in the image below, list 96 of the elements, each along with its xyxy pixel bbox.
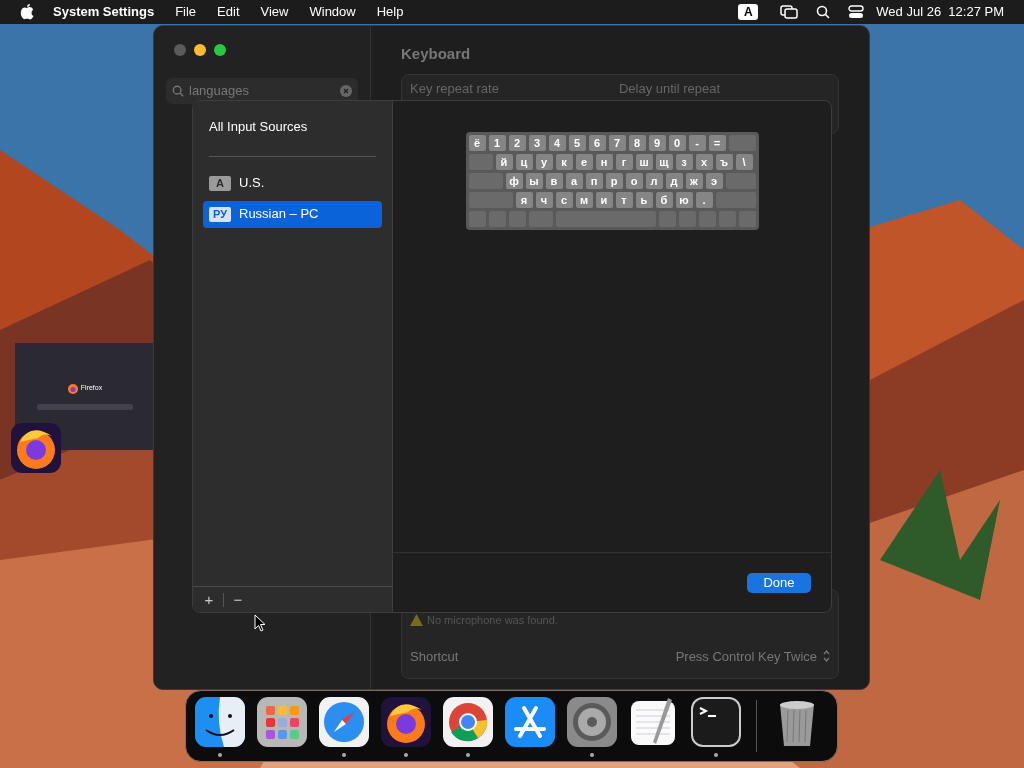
- keyboard-key: п: [585, 173, 603, 189]
- terminal-icon[interactable]: [690, 695, 742, 748]
- running-indicator: [218, 752, 222, 757]
- sidebar-heading: All Input Sources: [209, 118, 309, 136]
- search-icon: [172, 85, 184, 97]
- apple-icon[interactable]: [20, 4, 34, 20]
- gear-icon[interactable]: [566, 695, 618, 748]
- chrome-icon[interactable]: [442, 695, 494, 748]
- compass-icon[interactable]: [318, 695, 370, 748]
- keyboard-key: 5: [568, 135, 586, 151]
- clear-icon[interactable]: [340, 85, 352, 97]
- keyboard-key: г: [615, 154, 633, 170]
- keyboard-key: ы: [525, 173, 543, 189]
- menu-item[interactable]: View: [260, 2, 289, 22]
- input-source-item[interactable]: РУ Russian – PC: [203, 200, 382, 228]
- keyboard-key: 7: [608, 135, 626, 151]
- input-source-item[interactable]: A U.S.: [203, 169, 382, 197]
- keyboard-key: с: [555, 192, 573, 208]
- keyboard-key: ь: [635, 192, 653, 208]
- pointer-cursor-icon: [254, 614, 266, 632]
- running-indicator: [466, 752, 470, 757]
- add-button[interactable]: +: [201, 592, 217, 607]
- done-button[interactable]: Done: [747, 572, 811, 593]
- keyboard-key: 3: [528, 135, 546, 151]
- running-indicator: [342, 752, 346, 757]
- running-indicator: [714, 752, 718, 757]
- keyboard-key: у: [535, 154, 553, 170]
- setting-label: Shortcut: [410, 647, 460, 666]
- source-badge: A: [209, 175, 231, 191]
- source-badge: РУ: [209, 206, 231, 222]
- remove-button[interactable]: −: [230, 592, 246, 607]
- keyboard-key: 8: [628, 135, 646, 151]
- keyboard-key: к: [555, 154, 573, 170]
- menu-item[interactable]: Help: [376, 2, 404, 22]
- keyboard-key: =: [708, 135, 726, 151]
- firefox-icon[interactable]: [380, 695, 432, 748]
- keyboard-key: л: [645, 173, 663, 189]
- keyboard-key: ч: [535, 192, 553, 208]
- firefox-icon: [67, 383, 78, 394]
- menu-clock[interactable]: Wed Jul 26 12:27 PM: [876, 2, 1004, 22]
- keyboard-key: й: [495, 154, 513, 170]
- stepper-icon: [823, 650, 830, 663]
- firefox-icon[interactable]: [10, 422, 62, 474]
- keyboard-key: \: [735, 154, 753, 170]
- keyboard-key: ъ: [715, 154, 733, 170]
- keyboard-key: 9: [648, 135, 666, 151]
- menu-item[interactable]: Edit: [217, 2, 240, 22]
- keyboard-key: я: [515, 192, 533, 208]
- running-indicator: [590, 752, 594, 757]
- menu-item[interactable]: Window: [309, 2, 356, 22]
- keyboard-key: 2: [508, 135, 526, 151]
- keyboard-key: р: [605, 173, 623, 189]
- keyboard-key: щ: [655, 154, 673, 170]
- zoom-button[interactable]: [214, 44, 226, 56]
- keyboard-key: ф: [505, 173, 523, 189]
- search-icon[interactable]: [816, 5, 831, 19]
- keyboard-key: з: [675, 154, 693, 170]
- keyboard-key: ц: [515, 154, 533, 170]
- source-label: U.S.: [239, 174, 265, 193]
- keyboard-key: ё: [468, 135, 486, 151]
- keyboard-key: е: [575, 154, 593, 170]
- keyboard-key: -: [688, 135, 706, 151]
- setting-label: Key repeat rate: [410, 79, 499, 98]
- app-store-icon[interactable]: [504, 695, 556, 748]
- keyboard-key: м: [575, 192, 593, 208]
- launchpad-icon[interactable]: [256, 695, 308, 748]
- keyboard-key: а: [565, 173, 583, 189]
- keyboard-key: ю: [675, 192, 693, 208]
- source-label: Russian – PC: [239, 205, 319, 224]
- running-indicator: [404, 752, 408, 757]
- app-menu[interactable]: System Settings: [53, 2, 155, 22]
- minimize-button[interactable]: [194, 44, 206, 56]
- keyboard-key: ш: [635, 154, 653, 170]
- control-center-icon[interactable]: [848, 5, 865, 19]
- keyboard-key: о: [625, 173, 643, 189]
- input-source-indicator[interactable]: A: [738, 4, 759, 20]
- keyboard-key: э: [705, 173, 723, 189]
- keyboard-key: х: [695, 154, 713, 170]
- keyboard-key: ж: [685, 173, 703, 189]
- keyboard-key: и: [595, 192, 613, 208]
- finder-icon[interactable]: [194, 695, 246, 748]
- keyboard-key: 4: [548, 135, 566, 151]
- keyboard-key: т: [615, 192, 633, 208]
- keyboard-key: .: [695, 192, 713, 208]
- window-title: Keyboard: [401, 44, 472, 64]
- keyboard-key: д: [665, 173, 683, 189]
- keyboard-key: б: [655, 192, 673, 208]
- keyboard-key: н: [595, 154, 613, 170]
- screen-mirroring-icon[interactable]: [780, 5, 799, 19]
- keyboard-key: 0: [668, 135, 686, 151]
- blank-key: [468, 211, 486, 227]
- menu-item[interactable]: File: [175, 2, 197, 22]
- keyboard-key: 1: [488, 135, 506, 151]
- keyboard-key: в: [545, 173, 563, 189]
- setting-label: Delay until repeat: [618, 79, 721, 98]
- keyboard-key: 6: [588, 135, 606, 151]
